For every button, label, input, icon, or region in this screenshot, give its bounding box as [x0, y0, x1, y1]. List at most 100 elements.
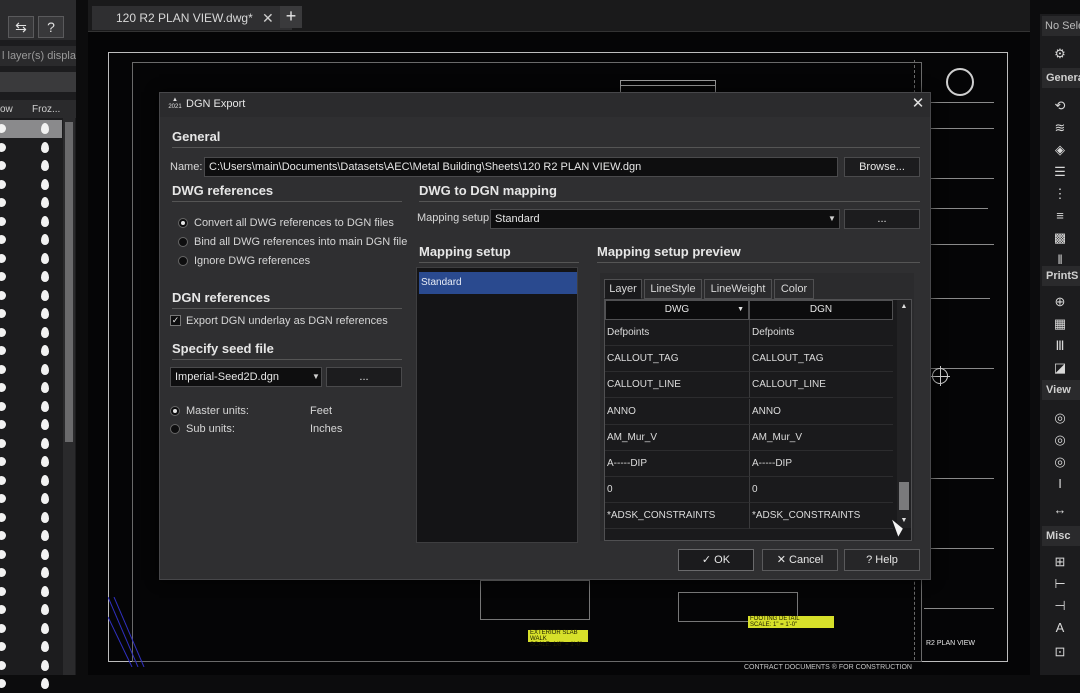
plot-style-icon[interactable]: ⊕ — [1052, 294, 1068, 310]
radio-ignore-references[interactable] — [178, 256, 188, 266]
help-dialog-button[interactable]: ? Help — [844, 549, 920, 571]
freeze-icon[interactable] — [41, 308, 49, 319]
visibility-icon[interactable] — [0, 623, 6, 633]
help-button[interactable]: ? — [38, 16, 64, 38]
export-underlay-checkbox[interactable]: ✓ — [170, 315, 181, 326]
visibility-icon[interactable] — [0, 660, 6, 670]
ucs-origin-icon[interactable]: ⊣ — [1052, 598, 1068, 614]
column-dwg[interactable]: DWG ▼ — [605, 300, 749, 320]
visibility-icon[interactable] — [0, 216, 6, 226]
freeze-icon[interactable] — [41, 641, 49, 652]
color-icon[interactable]: ⟲ — [1052, 98, 1068, 114]
layer-row[interactable] — [0, 675, 62, 693]
freeze-icon[interactable] — [41, 622, 49, 634]
freeze-icon[interactable] — [41, 437, 49, 449]
visibility-icon[interactable] — [0, 309, 6, 318]
layer-filter-bar[interactable] — [0, 72, 76, 92]
grid-cell-dwg[interactable]: 0 — [605, 477, 749, 504]
layer-row[interactable] — [0, 416, 62, 434]
visibility-icon[interactable] — [0, 512, 6, 522]
visibility-icon[interactable] — [0, 549, 6, 559]
visibility-icon[interactable] — [0, 198, 6, 207]
center-y-icon[interactable]: ◎ — [1052, 432, 1068, 448]
freeze-icon[interactable] — [41, 363, 49, 375]
visibility-icon[interactable] — [0, 124, 6, 133]
layer-row[interactable] — [0, 453, 62, 471]
visibility-icon[interactable] — [0, 531, 6, 540]
mapping-setup-select[interactable]: Standard — [490, 209, 840, 229]
chevron-down-icon[interactable]: ▼ — [737, 301, 744, 319]
freeze-icon[interactable] — [41, 271, 49, 282]
visibility-icon[interactable] — [0, 253, 6, 263]
visibility-icon[interactable] — [0, 457, 6, 466]
grid-cell-dwg[interactable]: CALLOUT_TAG — [605, 346, 749, 373]
layer-row[interactable] — [0, 620, 62, 638]
chevron-down-icon[interactable]: ▼ — [310, 367, 322, 387]
tab-color[interactable]: Color — [774, 279, 814, 299]
layer-scrollbar[interactable] — [63, 100, 75, 675]
radio-bind-references[interactable] — [178, 237, 188, 247]
grid-cell-dgn[interactable]: A-----DIP — [749, 451, 893, 477]
freeze-icon[interactable] — [41, 400, 49, 412]
layer-row[interactable] — [0, 564, 62, 582]
tab-lineweight[interactable]: LineWeight — [704, 279, 772, 299]
grid-cell-dgn[interactable]: AM_Mur_V — [749, 424, 893, 451]
layer-row[interactable] — [0, 231, 62, 249]
visibility-icon[interactable] — [0, 642, 6, 651]
freeze-icon[interactable] — [41, 326, 49, 338]
grid-cell-dwg[interactable]: AM_Mur_V — [605, 425, 749, 451]
visibility-icon[interactable] — [0, 346, 6, 355]
scroll-thumb[interactable] — [899, 482, 909, 510]
freeze-icon[interactable] — [41, 604, 49, 615]
freeze-icon[interactable] — [41, 419, 49, 430]
layer-scroll-thumb[interactable] — [65, 122, 73, 442]
visibility-icon[interactable] — [0, 272, 6, 281]
visibility-icon[interactable] — [0, 475, 6, 485]
selection-field[interactable]: No Sele — [1042, 16, 1080, 36]
radio-sub-units[interactable] — [170, 424, 180, 434]
layer-row[interactable] — [0, 657, 62, 675]
layer-row[interactable] — [0, 361, 62, 379]
center-z-icon[interactable]: ◎ — [1052, 454, 1068, 470]
plot-type-icon[interactable]: ◪ — [1052, 360, 1068, 376]
center-x-icon[interactable]: ◎ — [1052, 410, 1068, 426]
visibility-icon[interactable] — [0, 586, 6, 596]
freeze-icon[interactable] — [41, 659, 49, 671]
layer-row[interactable] — [0, 324, 62, 342]
visibility-icon[interactable] — [0, 679, 6, 688]
grid-cell-dwg[interactable]: CALLOUT_LINE — [605, 372, 749, 399]
ucs-name-icon[interactable]: A — [1052, 620, 1068, 636]
column-show[interactable]: ow — [0, 104, 13, 115]
list-item[interactable]: Standard — [419, 272, 577, 294]
visibility-icon[interactable] — [0, 290, 6, 300]
freeze-icon[interactable] — [41, 160, 49, 171]
layer-row[interactable] — [0, 305, 62, 323]
seed-browse-button[interactable]: ... — [326, 367, 402, 387]
freeze-icon[interactable] — [41, 252, 49, 264]
layer-row[interactable] — [0, 398, 62, 416]
layer-row[interactable] — [0, 490, 62, 508]
visibility-icon[interactable] — [0, 142, 6, 152]
document-tab[interactable]: 120 R2 PLAN VIEW.dwg* ✕ — [92, 6, 292, 30]
visibility-icon[interactable] — [0, 383, 6, 392]
column-frozen[interactable]: Froz... — [32, 104, 60, 115]
layer-row[interactable] — [0, 176, 62, 194]
layer-row[interactable] — [0, 139, 62, 157]
chevron-down-icon[interactable]: ▼ — [826, 209, 838, 229]
layer-row[interactable] — [0, 509, 62, 527]
tab-linestyle[interactable]: LineStyle — [644, 279, 702, 299]
layer-row[interactable] — [0, 213, 62, 231]
layer-row[interactable] — [0, 287, 62, 305]
freeze-icon[interactable] — [41, 234, 49, 245]
transparency-icon[interactable]: ▩ — [1052, 230, 1068, 246]
freeze-icon[interactable] — [41, 123, 49, 134]
section-misc[interactable]: Misc — [1042, 526, 1080, 546]
freeze-icon[interactable] — [41, 585, 49, 597]
visibility-icon[interactable] — [0, 364, 6, 374]
layer-row[interactable] — [0, 638, 62, 656]
close-icon[interactable]: ✕ — [910, 95, 926, 113]
seed-file-select[interactable]: Imperial-Seed2D.dgn — [170, 367, 322, 387]
new-tab-button[interactable]: + — [280, 6, 302, 28]
freeze-icon[interactable] — [41, 178, 49, 190]
layer-row[interactable] — [0, 527, 62, 545]
